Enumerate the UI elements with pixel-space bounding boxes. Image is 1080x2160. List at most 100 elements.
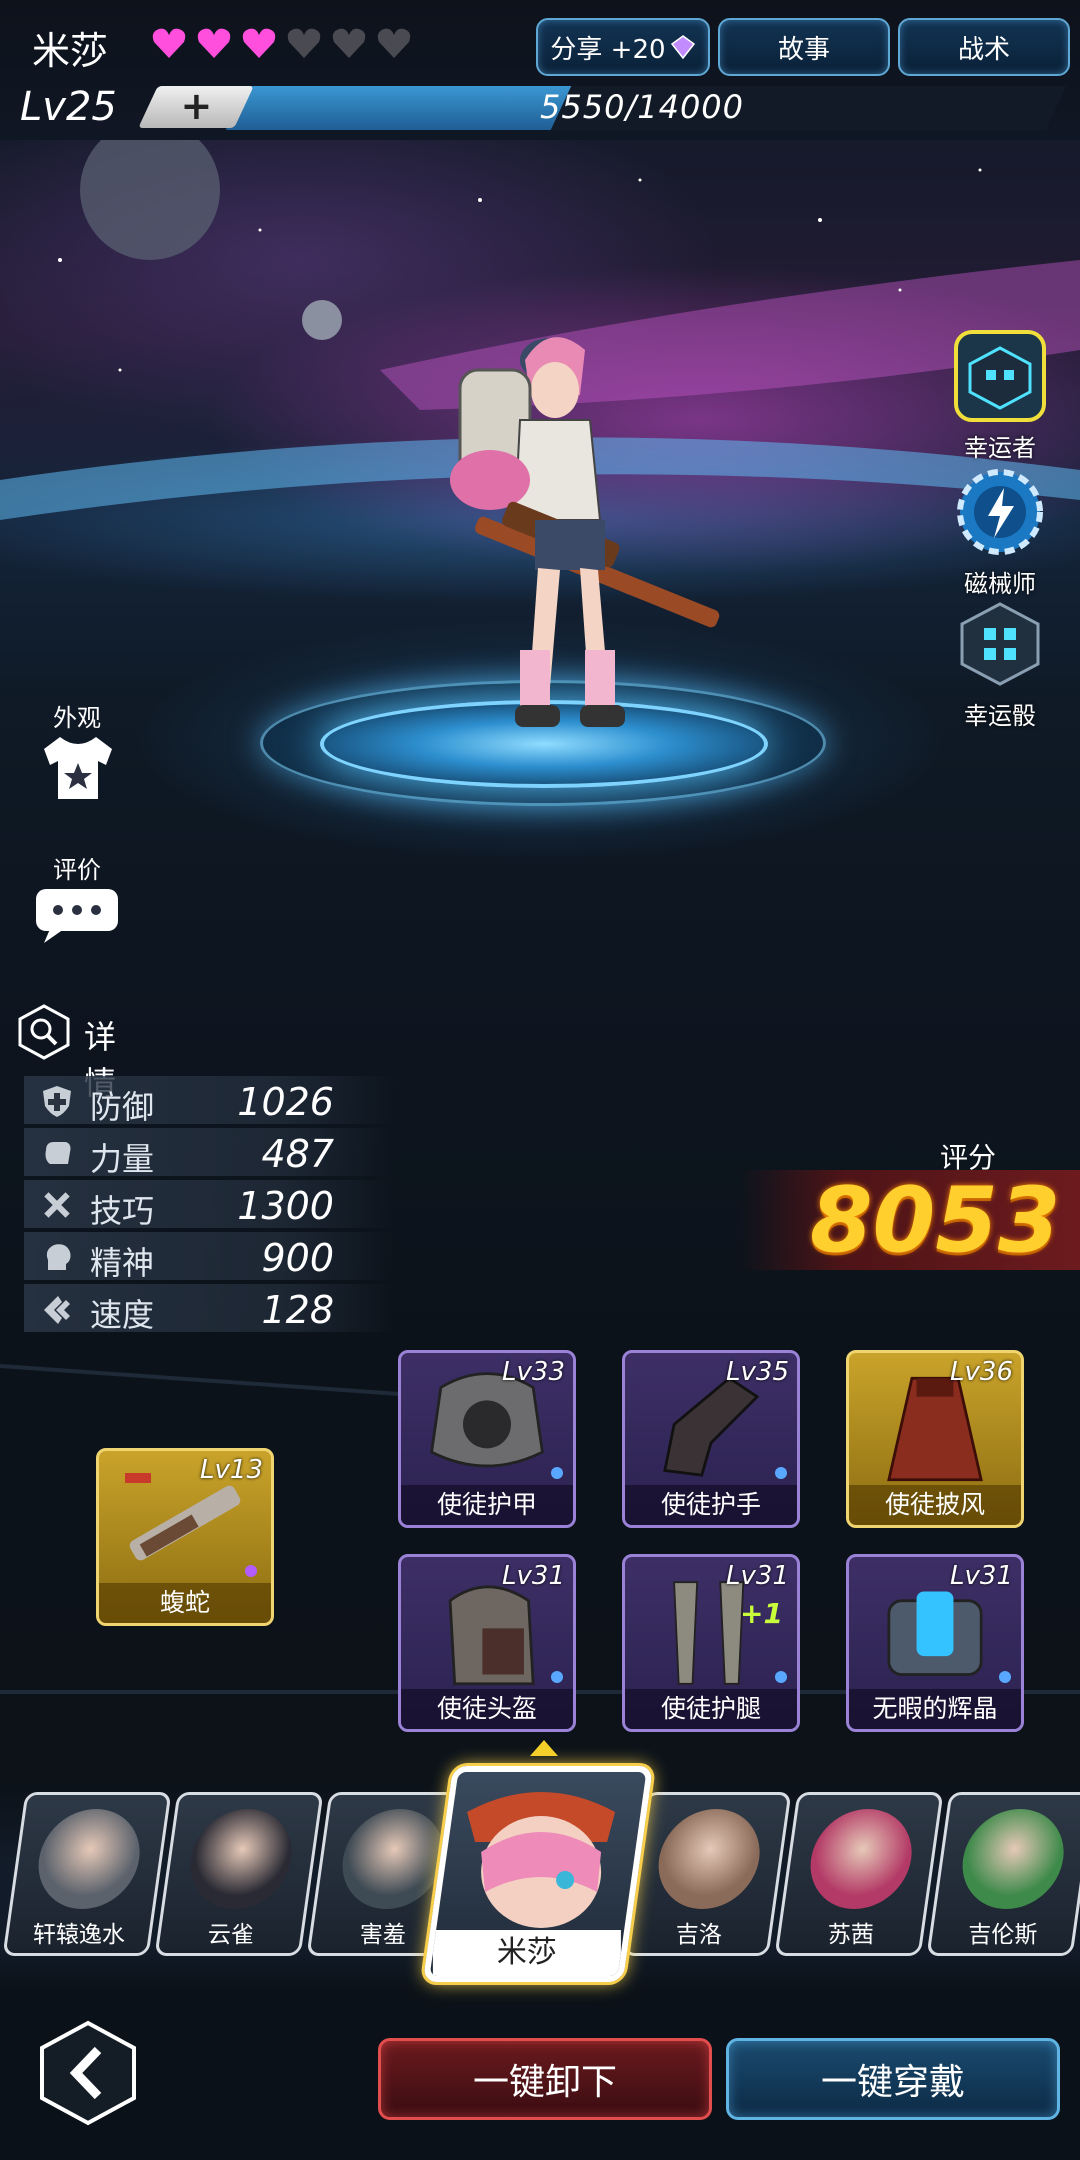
xp-text: 5550/14000	[540, 88, 745, 126]
equip-all-button[interactable]: 一键穿戴	[726, 2038, 1060, 2120]
equipment-slot[interactable]: Lv31 无暇的辉晶	[846, 1554, 1024, 1732]
equipment-level: Lv31	[502, 1561, 565, 1591]
weapon-slot[interactable]: Lv13 蝮蛇	[96, 1448, 274, 1626]
heart-empty-icon	[377, 28, 411, 58]
hero-portrait	[32, 1809, 147, 1909]
tactics-button[interactable]: 战术	[898, 18, 1070, 76]
stat-row: 速度 128	[24, 1284, 394, 1334]
socket-icon	[999, 1671, 1011, 1683]
add-xp-button[interactable]: +	[138, 84, 254, 128]
equipment-icon	[430, 1372, 544, 1468]
equipment-level: Lv33	[502, 1357, 565, 1387]
stat-value: 900	[261, 1236, 334, 1280]
hero-portrait	[184, 1809, 299, 1909]
chat-bubble-icon	[36, 889, 118, 943]
socket-icon	[551, 1671, 563, 1683]
equipment-slot[interactable]: Lv31 使徒头盔	[398, 1554, 576, 1732]
hero-portrait	[652, 1809, 767, 1909]
share-button[interactable]: 分享 +20	[536, 18, 710, 76]
tshirt-icon	[44, 737, 112, 799]
hero-name: 吉洛	[675, 1922, 722, 1948]
hero-portrait	[804, 1809, 919, 1909]
gem-icon	[670, 35, 695, 60]
skill-label: 幸运骰	[964, 702, 1036, 730]
character-name: 米莎	[32, 29, 109, 73]
hero-card[interactable]: 苏茜	[774, 1792, 944, 1956]
fist-icon	[45, 1142, 71, 1164]
stat-name: 速度	[90, 1296, 155, 1334]
skill-lucky[interactable]: 幸运者	[950, 330, 1050, 463]
xp-bar-fill	[225, 86, 572, 130]
equipment-icon	[663, 1376, 760, 1477]
skill-label: 磁械师	[964, 570, 1036, 598]
stat-value: 487	[261, 1132, 334, 1176]
equipment-level: Lv31	[726, 1561, 789, 1591]
shield-icon	[43, 1086, 71, 1117]
equipment-name: 使徒披风	[849, 1485, 1021, 1525]
story-button[interactable]: 故事	[718, 18, 890, 76]
tools-icon	[44, 1192, 70, 1218]
level-label: Lv25	[20, 84, 117, 130]
lucky-cube-icon	[954, 330, 1046, 422]
equipment-level: Lv36	[950, 1357, 1013, 1387]
skill-label: 幸运者	[964, 434, 1036, 462]
weapon-name: 蝮蛇	[99, 1583, 271, 1623]
review-button[interactable]: 评价	[32, 850, 122, 949]
stat-name: 防御	[90, 1088, 155, 1126]
hero-card[interactable]: 云雀	[154, 1792, 324, 1956]
equipment-slot[interactable]: Lv33 使徒护甲	[398, 1350, 576, 1528]
stat-row: 防御 1026	[24, 1076, 394, 1126]
hero-name: 轩辕逸水	[32, 1922, 125, 1948]
enhance-badge: +1	[740, 1597, 783, 1630]
equipment-icon	[673, 1581, 745, 1685]
selected-arrow-icon	[530, 1740, 558, 1756]
stat-name: 精神	[90, 1244, 155, 1282]
equipment-icon	[448, 1585, 535, 1686]
socket-icon	[775, 1671, 787, 1683]
heart-filled-icon	[197, 28, 231, 58]
equipment-slot[interactable]: Lv35 使徒护手	[622, 1350, 800, 1528]
unequip-all-button[interactable]: 一键卸下	[378, 2038, 712, 2120]
heart-empty-icon	[287, 28, 321, 58]
hero-card[interactable]: 轩辕逸水	[2, 1792, 172, 1956]
equipment-slot[interactable]: Lv31 +1 使徒护腿	[622, 1554, 800, 1732]
appearance-button[interactable]: 外观	[32, 698, 122, 807]
mind-icon	[46, 1244, 71, 1270]
hero-card[interactable]: 吉洛	[622, 1792, 792, 1956]
hero-portrait	[956, 1809, 1071, 1909]
equipment-slot[interactable]: Lv36 使徒披风	[846, 1350, 1024, 1528]
hero-card-selected[interactable]: 米莎	[422, 1766, 654, 1982]
hero-name: 云雀	[207, 1922, 254, 1948]
skill-lucky-dice[interactable]: 幸运骰	[950, 598, 1050, 731]
search-icon	[18, 1004, 70, 1060]
socket-icon	[775, 1467, 787, 1479]
back-button[interactable]	[38, 2020, 138, 2126]
stat-row: 技巧 1300	[24, 1180, 394, 1230]
equipment-name: 无暇的辉晶	[849, 1689, 1021, 1729]
character-model[interactable]	[420, 320, 760, 740]
stat-name: 技巧	[90, 1192, 155, 1230]
share-label: 分享 +20	[550, 34, 666, 65]
skill-magneto[interactable]: 磁械师	[950, 466, 1050, 599]
lightning-gear-icon	[957, 469, 1043, 555]
equipment-level: Lv35	[726, 1357, 789, 1387]
hero-name: 米莎	[432, 1930, 621, 1976]
heart-filled-icon	[242, 28, 276, 58]
plus-icon: +	[180, 84, 213, 128]
appearance-label: 外观	[53, 704, 101, 732]
heart-filled-icon	[152, 28, 186, 58]
hero-name: 苏茜	[827, 1922, 874, 1948]
hero-card[interactable]: 吉伦斯	[926, 1792, 1080, 1956]
socket-icon	[245, 1565, 257, 1577]
stat-value: 1026	[237, 1080, 334, 1124]
socket-icon	[551, 1467, 563, 1479]
equipment-name: 使徒护甲	[401, 1485, 573, 1525]
score-value: 8053	[810, 1168, 1061, 1273]
lucky-dice-icon	[960, 602, 1040, 686]
equipment-name: 使徒护手	[625, 1485, 797, 1525]
hero-name: 吉伦斯	[968, 1922, 1038, 1948]
hero-portrait	[336, 1809, 451, 1909]
stat-value: 1300	[237, 1184, 334, 1228]
equipment-icon	[887, 1376, 983, 1482]
weapon-level: Lv13	[200, 1455, 263, 1485]
